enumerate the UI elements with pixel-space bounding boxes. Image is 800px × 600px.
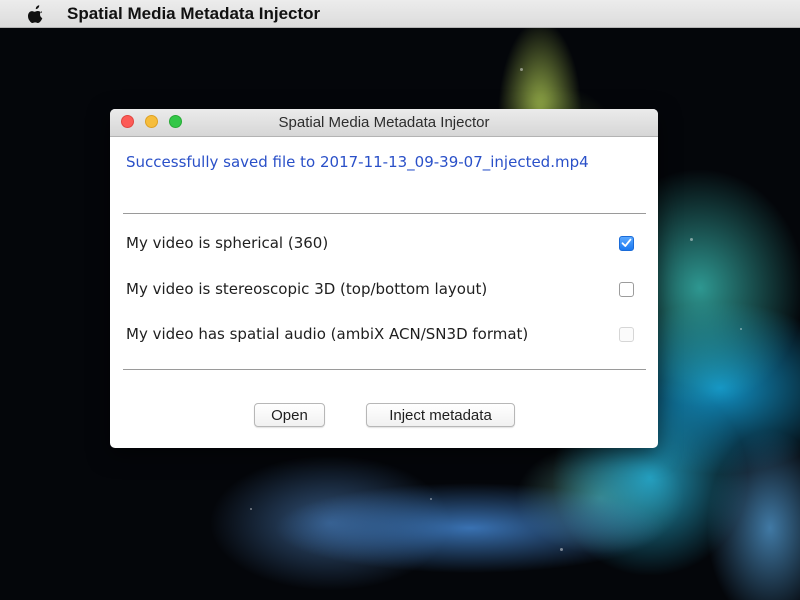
checkmark-icon [621, 238, 632, 247]
spherical-checkbox[interactable] [619, 235, 634, 251]
window-titlebar[interactable]: Spatial Media Metadata Injector [110, 109, 658, 137]
wallpaper-speck [740, 328, 742, 330]
option-stereoscopic-label: My video is stereoscopic 3D (top/bottom … [126, 280, 488, 298]
wallpaper-speck [560, 548, 563, 551]
option-spatial-audio-label: My video has spatial audio (ambiX ACN/SN… [126, 325, 529, 343]
stereoscopic-checkbox[interactable] [619, 281, 634, 297]
spatial-audio-checkbox[interactable] [619, 326, 634, 342]
wallpaper-speck [690, 238, 693, 241]
menu-bar: Spatial Media Metadata Injector [0, 0, 800, 28]
option-stereoscopic: My video is stereoscopic 3D (top/bottom … [126, 277, 634, 301]
wallpaper-speck [250, 508, 252, 510]
status-message: Successfully saved file to 2017-11-13_09… [126, 153, 589, 171]
minimize-window-button[interactable] [145, 115, 158, 128]
option-spherical-label: My video is spherical (360) [126, 234, 329, 252]
menubar-app-name[interactable]: Spatial Media Metadata Injector [67, 4, 320, 24]
wallpaper-speck [520, 68, 523, 71]
option-spherical: My video is spherical (360) [126, 231, 634, 255]
apple-logo-icon[interactable] [27, 4, 45, 23]
separator-bottom [123, 369, 646, 370]
maximize-window-button[interactable] [169, 115, 182, 128]
option-spatial-audio: My video has spatial audio (ambiX ACN/SN… [126, 322, 634, 346]
injector-dialog: Spatial Media Metadata Injector Successf… [110, 109, 658, 448]
separator-top [123, 213, 646, 214]
open-button[interactable]: Open [254, 403, 325, 427]
inject-metadata-button[interactable]: Inject metadata [366, 403, 515, 427]
close-window-button[interactable] [121, 115, 134, 128]
window-title: Spatial Media Metadata Injector [278, 114, 490, 131]
wallpaper-speck [430, 498, 432, 500]
